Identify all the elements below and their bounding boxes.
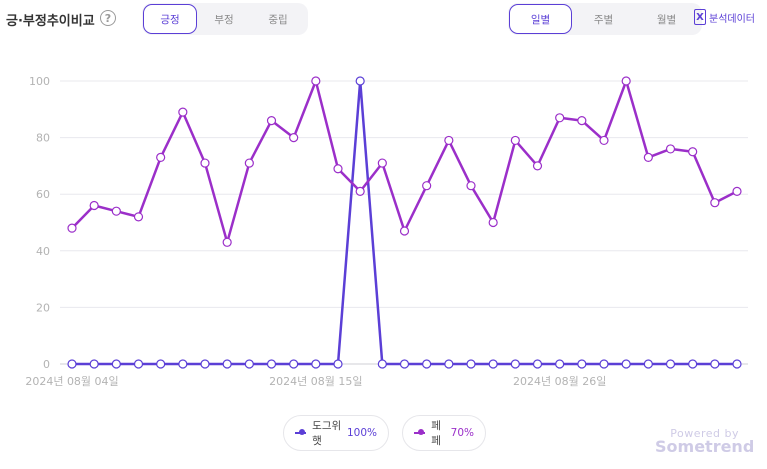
data-point-1[interactable] [333, 359, 343, 369]
data-point-2[interactable] [67, 223, 77, 233]
legend-value: 100% [346, 427, 377, 439]
legend-name: 페페 [431, 420, 441, 447]
data-point-2[interactable] [555, 113, 565, 123]
brand-name: Sometrend [655, 437, 755, 456]
x-tick-label: 2024년 08월 26일 [513, 374, 606, 388]
data-point-1[interactable] [222, 359, 232, 369]
data-point-1[interactable] [89, 359, 99, 369]
data-point-2[interactable] [289, 133, 299, 143]
legend-item-pepe[interactable]: 페페 70% [402, 415, 486, 451]
data-point-2[interactable] [200, 158, 210, 168]
data-point-1[interactable] [156, 359, 166, 369]
data-point-2[interactable] [688, 147, 698, 157]
data-point-1[interactable] [444, 359, 454, 369]
x-tick-label: 2024년 08월 04일 [25, 374, 118, 388]
data-point-2[interactable] [111, 206, 121, 216]
data-point-2[interactable] [244, 158, 254, 168]
data-point-2[interactable] [222, 237, 232, 247]
data-point-2[interactable] [599, 135, 609, 146]
series-line-2 [71, 79, 738, 244]
data-point-1[interactable] [422, 359, 432, 369]
data-point-1[interactable] [510, 359, 520, 369]
data-point-2[interactable] [643, 152, 653, 163]
data-point-1[interactable] [67, 359, 77, 369]
data-point-2[interactable] [732, 186, 742, 196]
data-point-2[interactable] [311, 76, 321, 86]
data-point-1[interactable] [133, 359, 144, 369]
data-point-1[interactable] [178, 359, 188, 369]
legend-name: 도그위햇 [312, 420, 342, 447]
legend-swatch-pepe [414, 429, 426, 435]
data-point-2[interactable] [178, 107, 188, 117]
data-point-1[interactable] [577, 359, 587, 369]
data-point-2[interactable] [665, 144, 676, 154]
y-tick-label: 100 [29, 75, 50, 88]
data-point-2[interactable] [710, 198, 720, 208]
data-point-2[interactable] [577, 116, 587, 126]
data-point-2[interactable] [510, 135, 520, 146]
data-point-2[interactable] [133, 212, 144, 222]
data-point-1[interactable] [732, 359, 742, 369]
line-chart: 0 20 40 60 80 100 2024년 08월 04일 2024년 08월 15일 2… [25, 75, 748, 388]
data-point-2[interactable] [355, 186, 365, 196]
data-point-1[interactable] [200, 359, 210, 369]
y-tick-label: 80 [36, 132, 50, 145]
data-point-2[interactable] [333, 164, 343, 174]
data-point-1[interactable] [289, 359, 299, 369]
legend-item-dogwifhat[interactable]: 도그위햇 100% [283, 415, 389, 451]
x-tick-label: 2024년 08월 15일 [269, 374, 362, 388]
data-point-1[interactable] [266, 359, 277, 369]
data-point-2[interactable] [422, 181, 432, 191]
data-point-1[interactable] [621, 359, 631, 369]
data-point-1[interactable] [311, 359, 321, 369]
data-point-1[interactable] [466, 359, 476, 369]
data-point-2[interactable] [156, 152, 166, 163]
brand-logo: Powered by Sometrend [655, 428, 754, 455]
data-point-2[interactable] [532, 161, 543, 171]
data-point-2[interactable] [466, 181, 476, 191]
data-point-1[interactable] [488, 359, 498, 369]
y-tick-label: 40 [36, 245, 50, 258]
legend-swatch-dogwifhat [295, 429, 307, 435]
data-point-2[interactable] [621, 76, 631, 86]
y-tick-label: 60 [36, 188, 50, 201]
y-tick-label: 0 [43, 358, 50, 371]
data-point-1[interactable] [665, 359, 676, 369]
data-point-1[interactable] [643, 359, 653, 369]
data-point-2[interactable] [399, 226, 410, 236]
data-point-2[interactable] [266, 116, 277, 126]
data-point-1[interactable] [244, 359, 254, 369]
legend-value: 70% [450, 427, 474, 439]
data-point-1[interactable] [688, 359, 698, 369]
data-point-1[interactable] [599, 359, 609, 369]
data-point-1[interactable] [111, 359, 121, 369]
data-point-1[interactable] [710, 359, 720, 369]
data-point-2[interactable] [89, 200, 99, 211]
data-point-2[interactable] [488, 217, 498, 228]
data-point-1[interactable] [555, 359, 565, 369]
data-point-1[interactable] [532, 359, 543, 369]
data-point-1[interactable] [399, 359, 410, 369]
y-tick-label: 20 [36, 301, 50, 314]
data-point-1[interactable] [355, 76, 365, 86]
data-point-2[interactable] [444, 135, 454, 146]
data-point-1[interactable] [377, 359, 387, 369]
data-point-2[interactable] [377, 158, 387, 168]
